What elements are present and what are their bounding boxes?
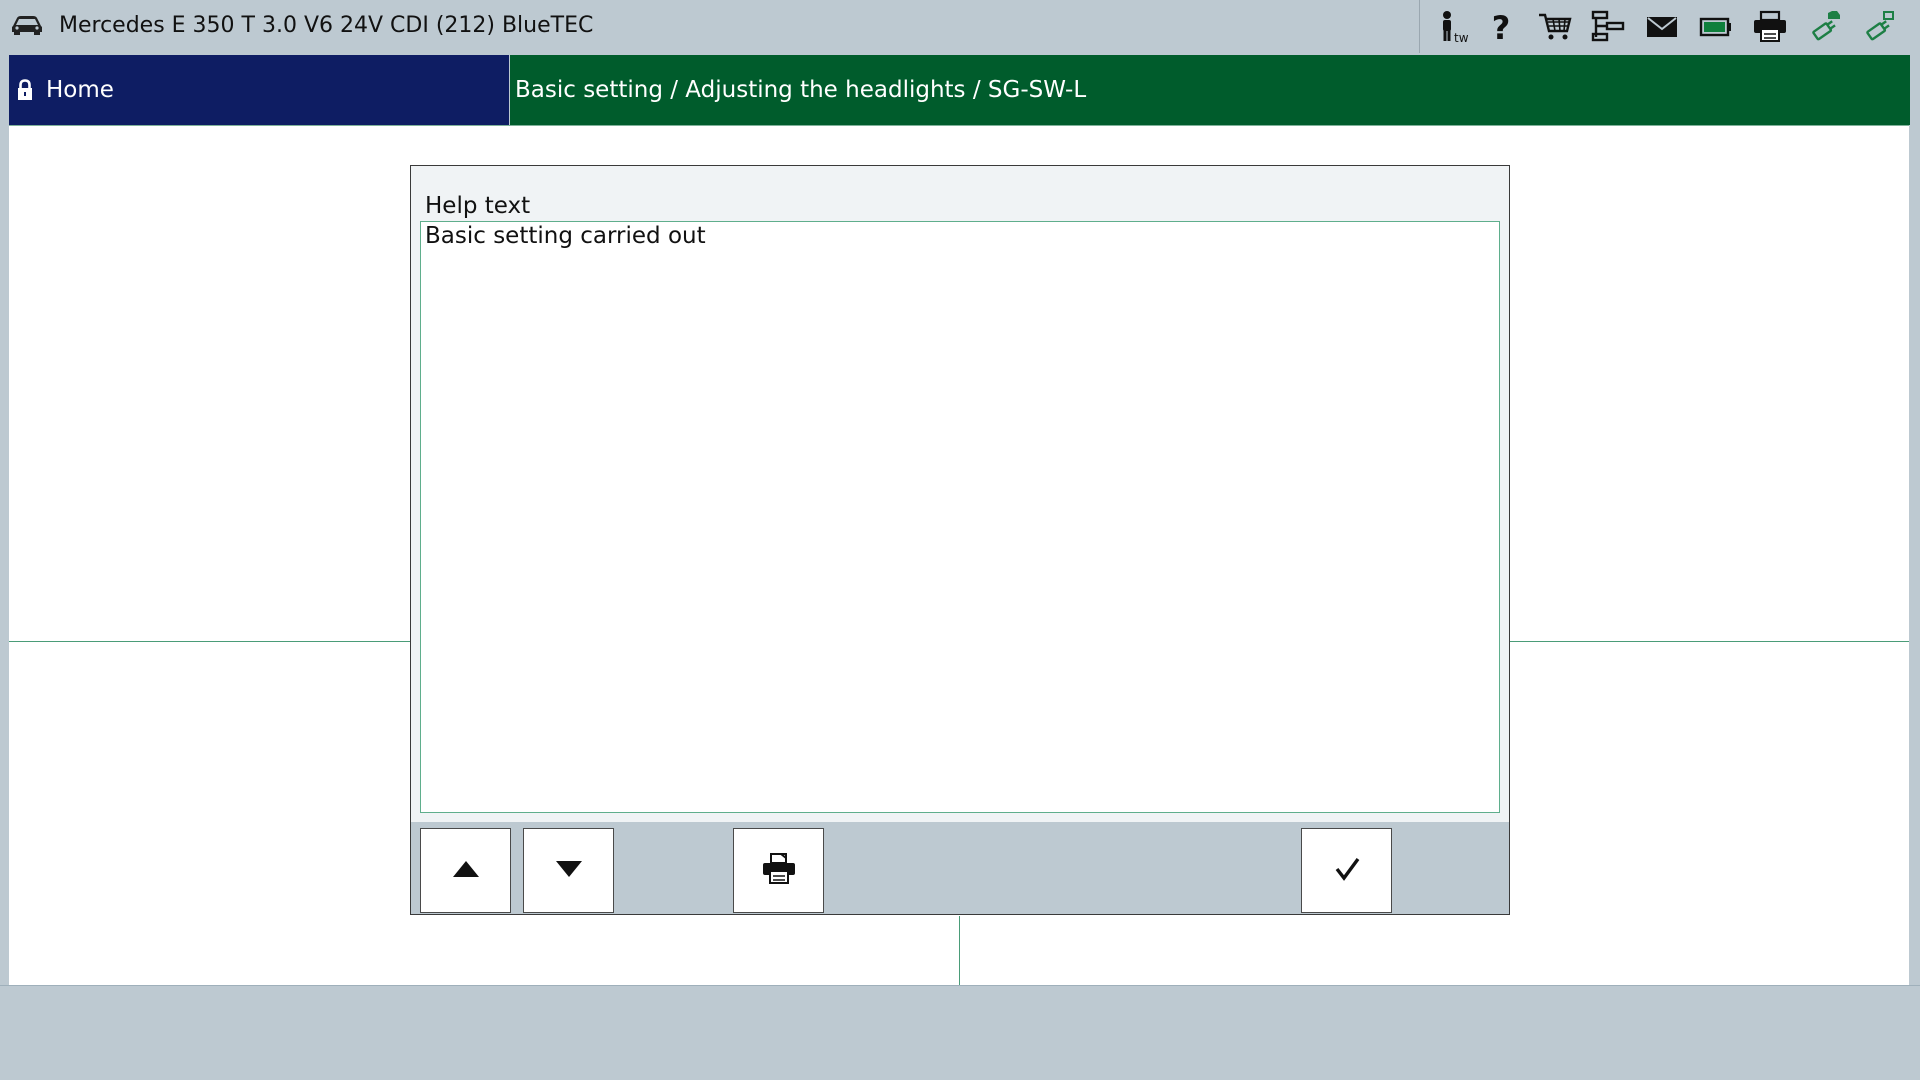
mail-icon[interactable] <box>1644 9 1680 45</box>
breadcrumb: Basic setting / Adjusting the headlights… <box>510 55 1910 125</box>
help-text-box[interactable]: Basic setting carried out <box>420 221 1500 813</box>
dialog-toolbar <box>411 822 1509 914</box>
printer-icon[interactable] <box>1752 9 1788 45</box>
arrow-up-icon <box>451 859 481 883</box>
cart-icon[interactable] <box>1537 9 1573 45</box>
grid-divider-right <box>1510 641 1909 642</box>
vehicle-title: Mercedes E 350 T 3.0 V6 24V CDI (212) Bl… <box>59 13 594 38</box>
help-glyph: ? <box>1492 9 1511 45</box>
scroll-up-button[interactable] <box>420 828 511 913</box>
scroll-down-button[interactable] <box>523 828 614 913</box>
breadcrumb-text: Basic setting / Adjusting the headlights… <box>515 77 1087 103</box>
printer-icon <box>761 851 797 891</box>
grid-divider-left <box>9 641 410 642</box>
dialog-title: Help text <box>425 193 531 219</box>
help-icon[interactable]: ? <box>1483 9 1519 45</box>
car-icon <box>10 14 44 36</box>
home-tab[interactable]: Home <box>9 55 509 125</box>
lock-icon <box>17 79 33 101</box>
user-icon[interactable]: tw <box>1435 9 1471 45</box>
print-button[interactable] <box>733 828 824 913</box>
network-icon[interactable] <box>1590 9 1626 45</box>
user-initials: tw <box>1454 31 1469 45</box>
confirm-button[interactable] <box>1301 828 1392 913</box>
home-label: Home <box>46 77 114 103</box>
grid-divider-vertical <box>959 916 960 986</box>
arrow-down-icon <box>554 859 584 883</box>
battery-icon <box>1698 9 1734 45</box>
toolbar-divider <box>1419 0 1420 53</box>
help-dialog: Help text Basic setting carried out <box>410 165 1510 915</box>
vehicle-connection-icon[interactable] <box>1806 9 1842 45</box>
bottom-action-bar <box>0 985 1920 1080</box>
connection-icon[interactable] <box>1860 9 1896 45</box>
top-status-bar: Mercedes E 350 T 3.0 V6 24V CDI (212) Bl… <box>0 0 1920 53</box>
checkmark-icon <box>1332 854 1362 888</box>
help-text-line: Basic setting carried out <box>425 223 706 249</box>
